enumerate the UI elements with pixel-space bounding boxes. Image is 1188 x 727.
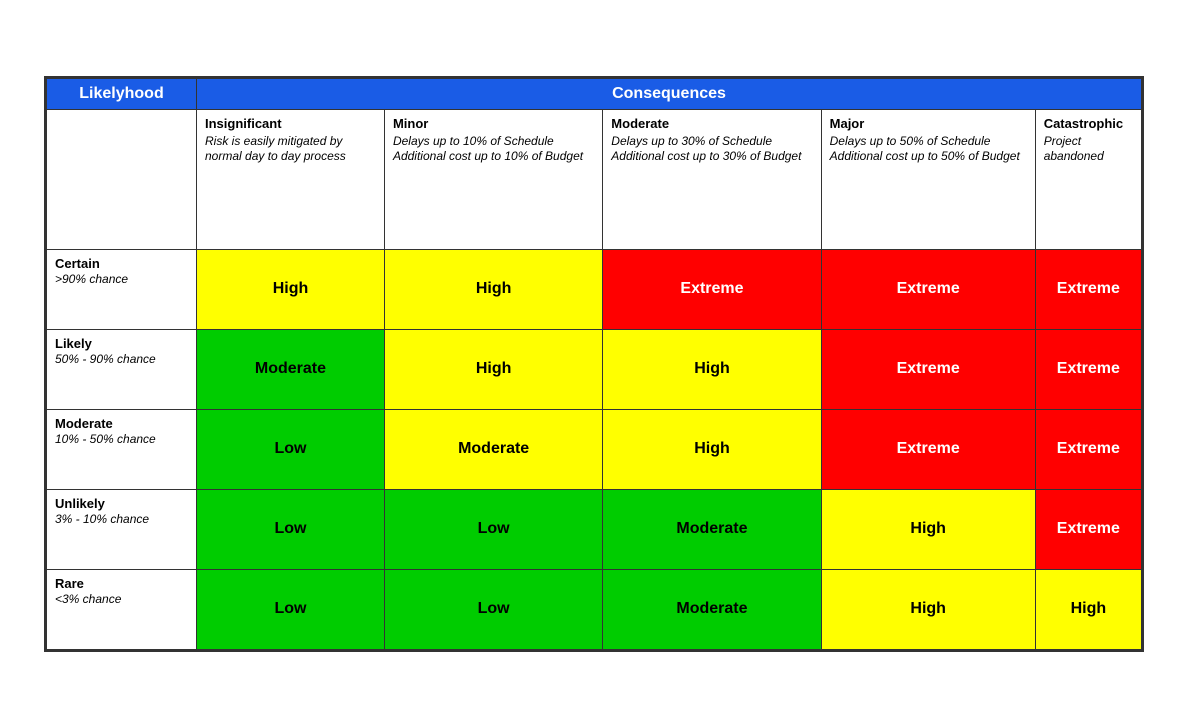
cell-label-3-0: Low bbox=[274, 520, 306, 537]
cell-1-4: Extreme bbox=[1035, 329, 1141, 409]
cell-label-0-3: Extreme bbox=[897, 280, 960, 297]
row-title-2: Moderate bbox=[55, 416, 188, 431]
row-desc-0: >90% chance bbox=[55, 272, 128, 286]
cell-4-3: High bbox=[821, 569, 1035, 649]
cell-3-3: High bbox=[821, 489, 1035, 569]
cell-4-0: Low bbox=[197, 569, 385, 649]
col-header-moderate: Moderate Delays up to 30% of Schedule Add… bbox=[603, 109, 821, 249]
cell-2-3: Extreme bbox=[821, 409, 1035, 489]
cell-3-4: Extreme bbox=[1035, 489, 1141, 569]
cell-0-3: Extreme bbox=[821, 249, 1035, 329]
row-header-4: Rare<3% chance bbox=[47, 569, 197, 649]
cell-1-0: Moderate bbox=[197, 329, 385, 409]
cell-label-1-3: Extreme bbox=[897, 360, 960, 377]
cell-label-4-0: Low bbox=[274, 600, 306, 617]
cell-0-1: High bbox=[384, 249, 602, 329]
cell-label-3-4: Extreme bbox=[1057, 520, 1120, 537]
cell-3-2: Moderate bbox=[603, 489, 821, 569]
col-header-insignificant: Insignificant Risk is easily mitigated by… bbox=[197, 109, 385, 249]
cell-4-1: Low bbox=[384, 569, 602, 649]
cell-4-4: High bbox=[1035, 569, 1141, 649]
row-desc-4: <3% chance bbox=[55, 592, 121, 606]
data-row-2: Moderate10% - 50% chanceLowModerateHighE… bbox=[47, 409, 1142, 489]
data-row-3: Unlikely3% - 10% chance Low Low Moderate Hig… bbox=[47, 489, 1142, 569]
col-header-row: Insignificant Risk is easily mitigated by… bbox=[47, 109, 1142, 249]
header-row: Likelyhood Consequences bbox=[47, 78, 1142, 109]
row-desc-3: 3% - 10% chance bbox=[55, 512, 149, 526]
cell-label-2-2: High bbox=[694, 440, 730, 457]
cell-4-2: Moderate bbox=[603, 569, 821, 649]
cell-1-3: Extreme bbox=[821, 329, 1035, 409]
cell-2-4: Extreme bbox=[1035, 409, 1141, 489]
data-row-0: Certain>90% chance High High Extreme Extreme… bbox=[47, 249, 1142, 329]
cell-1-2: High bbox=[603, 329, 821, 409]
likelyhood-header: Likelyhood bbox=[47, 78, 197, 109]
cell-label-3-1: Low bbox=[478, 520, 510, 537]
cell-0-0: High bbox=[197, 249, 385, 329]
row-title-3: Unlikely bbox=[55, 496, 188, 511]
cell-label-4-3: High bbox=[910, 600, 946, 617]
col-header-desc-major: Delays up to 50% of Schedule Additional … bbox=[830, 134, 1020, 163]
cell-label-4-1: Low bbox=[478, 600, 510, 617]
row-title-4: Rare bbox=[55, 576, 188, 591]
row-title-0: Certain bbox=[55, 256, 188, 271]
cell-label-4-2: Moderate bbox=[676, 600, 747, 617]
cell-label-1-4: Extreme bbox=[1057, 360, 1120, 377]
row-header-1: Likely50% - 90% chance bbox=[47, 329, 197, 409]
cell-label-1-2: High bbox=[694, 360, 730, 377]
cell-label-0-2: Extreme bbox=[680, 280, 743, 297]
cell-label-0-0: High bbox=[273, 280, 309, 297]
col-header-desc-minor: Delays up to 10% of Schedule Additional … bbox=[393, 134, 583, 163]
cell-label-0-1: High bbox=[476, 280, 512, 297]
row-desc-2: 10% - 50% chance bbox=[55, 432, 156, 446]
col-header-title-insignificant: Insignificant bbox=[205, 116, 376, 131]
cell-label-2-0: Low bbox=[274, 440, 306, 457]
cell-label-1-0: Moderate bbox=[255, 360, 326, 377]
row-header-2: Moderate10% - 50% chance bbox=[47, 409, 197, 489]
risk-matrix-wrapper: Likelyhood Consequences Insignificant Ris… bbox=[44, 76, 1144, 652]
col-header-catastrophic: Catastrophic Project abandoned bbox=[1035, 109, 1141, 249]
cell-0-4: Extreme bbox=[1035, 249, 1141, 329]
col-header-title-catastrophic: Catastrophic bbox=[1044, 116, 1133, 131]
cell-label-2-3: Extreme bbox=[897, 440, 960, 457]
row-desc-1: 50% - 90% chance bbox=[55, 352, 156, 366]
cell-1-1: High bbox=[384, 329, 602, 409]
cell-2-2: High bbox=[603, 409, 821, 489]
cell-label-3-2: Moderate bbox=[676, 520, 747, 537]
col-header-title-major: Major bbox=[830, 116, 1027, 131]
col-header-desc-moderate: Delays up to 30% of Schedule Additional … bbox=[611, 134, 801, 163]
consequences-header: Consequences bbox=[197, 78, 1142, 109]
row-header-3: Unlikely3% - 10% chance bbox=[47, 489, 197, 569]
cell-label-2-4: Extreme bbox=[1057, 440, 1120, 457]
cell-2-1: Moderate bbox=[384, 409, 602, 489]
cell-label-2-1: Moderate bbox=[458, 440, 529, 457]
col-header-major: Major Delays up to 50% of Schedule Additi… bbox=[821, 109, 1035, 249]
row-title-1: Likely bbox=[55, 336, 188, 351]
col-header-desc-catastrophic: Project abandoned bbox=[1044, 134, 1104, 163]
row-header-0: Certain>90% chance bbox=[47, 249, 197, 329]
cell-3-1: Low bbox=[384, 489, 602, 569]
cell-3-0: Low bbox=[197, 489, 385, 569]
cell-label-4-4: High bbox=[1071, 600, 1107, 617]
col-header-minor: Minor Delays up to 10% of Schedule Additi… bbox=[384, 109, 602, 249]
cell-label-3-3: High bbox=[910, 520, 946, 537]
corner-cell bbox=[47, 109, 197, 249]
cell-0-2: Extreme bbox=[603, 249, 821, 329]
cell-label-1-1: High bbox=[476, 360, 512, 377]
data-row-1: Likely50% - 90% chance Moderate High High Ex… bbox=[47, 329, 1142, 409]
risk-matrix-table: Likelyhood Consequences Insignificant Ris… bbox=[46, 78, 1142, 650]
col-header-title-moderate: Moderate bbox=[611, 116, 812, 131]
col-header-title-minor: Minor bbox=[393, 116, 594, 131]
cell-label-0-4: Extreme bbox=[1057, 280, 1120, 297]
col-header-desc-insignificant: Risk is easily mitigated by normal day t… bbox=[205, 134, 346, 163]
cell-2-0: Low bbox=[197, 409, 385, 489]
data-row-4: Rare<3% chance Low Low Moderate High High bbox=[47, 569, 1142, 649]
